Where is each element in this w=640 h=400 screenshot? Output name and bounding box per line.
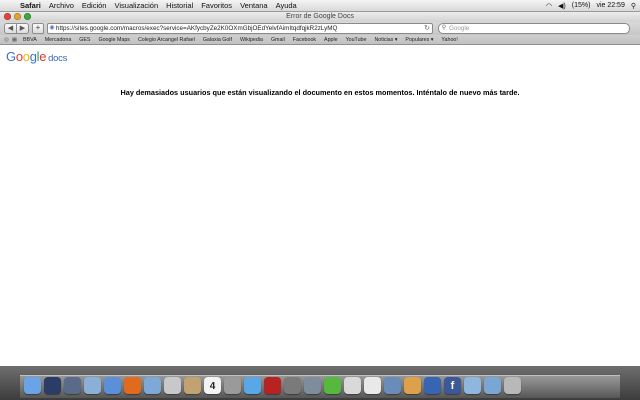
- bookmark-item[interactable]: GES: [79, 37, 90, 43]
- downloads-icon[interactable]: [484, 377, 501, 394]
- add-bookmark-button[interactable]: +: [32, 23, 44, 34]
- app-icon[interactable]: [404, 377, 421, 394]
- bookmark-item[interactable]: Colegio Arcangel Rafael: [138, 37, 195, 43]
- toolbar: ◀ ▶ + ◉ https://sites.google.com/macros/…: [0, 22, 640, 35]
- menu-item-edicion[interactable]: Edición: [82, 1, 107, 10]
- firefox-icon[interactable]: [124, 377, 141, 394]
- menu-bar: Safari Archivo Edición Visualización His…: [0, 0, 640, 12]
- bookmark-item[interactable]: Galaxia Golf: [203, 37, 232, 43]
- itunes-icon[interactable]: [244, 377, 261, 394]
- facebook-icon[interactable]: f: [444, 377, 461, 394]
- dock: 4f: [0, 366, 640, 400]
- bookmarks-grid-icon[interactable]: ▦: [12, 37, 17, 43]
- spotify-icon[interactable]: [324, 377, 341, 394]
- bookmark-item[interactable]: BBVA: [23, 37, 37, 43]
- trash-icon[interactable]: [504, 377, 521, 394]
- bookmark-item[interactable]: Google Maps: [98, 37, 130, 43]
- volume-icon[interactable]: ◀): [558, 2, 566, 10]
- search-icon: ⚲: [441, 25, 447, 31]
- app-icon[interactable]: [384, 377, 401, 394]
- address-book-icon[interactable]: [184, 377, 201, 394]
- page-content: Google docs Hay demasiados usuarios que e…: [0, 45, 640, 363]
- address-bar[interactable]: ◉ https://sites.google.com/macros/exec?s…: [47, 23, 433, 34]
- window-title: Error de Google Docs: [286, 13, 354, 20]
- menu-item-archivo[interactable]: Archivo: [49, 1, 74, 10]
- menu-app-name[interactable]: Safari: [20, 1, 41, 10]
- bookmarks-icons: ◎ ▦: [4, 37, 17, 43]
- menu-item-visualizacion[interactable]: Visualización: [114, 1, 158, 10]
- safari-icon[interactable]: [104, 377, 121, 394]
- browser-window: Error de Google Docs ◀ ▶ + ◉ https://sit…: [0, 12, 640, 364]
- nav-buttons: ◀ ▶: [4, 23, 29, 34]
- forward-button[interactable]: ▶: [17, 23, 29, 34]
- dock-icons: 4f: [24, 370, 616, 394]
- bookmark-item[interactable]: Apple: [324, 37, 338, 43]
- bookmarks-bar: ◎ ▦ BBVA Mercadona GES Google Maps Coleg…: [0, 35, 640, 45]
- wifi-icon[interactable]: ◠: [546, 2, 552, 10]
- battery-status[interactable]: (15%): [572, 2, 591, 9]
- menu-item-favoritos[interactable]: Favoritos: [201, 1, 232, 10]
- calendar-icon[interactable]: 4: [204, 377, 221, 394]
- bookmark-item[interactable]: Gmail: [271, 37, 285, 43]
- folder-icon[interactable]: [464, 377, 481, 394]
- clock[interactable]: vie 22:59: [596, 2, 624, 9]
- app-icon[interactable]: [364, 377, 381, 394]
- mission-control-icon[interactable]: [64, 377, 81, 394]
- error-message: Hay demasiados usuarios que están visual…: [120, 88, 520, 97]
- title-bar: Error de Google Docs: [0, 12, 640, 22]
- menu-extras: ◠ ◀) (15%) vie 22:59 ⚲: [546, 0, 636, 11]
- menu-item-ventana[interactable]: Ventana: [240, 1, 268, 10]
- menu-item-historial[interactable]: Historial: [166, 1, 193, 10]
- reload-icon[interactable]: ↻: [424, 24, 430, 33]
- finder-icon[interactable]: [24, 377, 41, 394]
- mail-icon[interactable]: [164, 377, 181, 394]
- time-machine-icon[interactable]: [284, 377, 301, 394]
- preview-icon[interactable]: [84, 377, 101, 394]
- bookmark-item[interactable]: Yahoo!: [441, 37, 457, 43]
- search-placeholder: Google: [449, 25, 470, 32]
- bookmark-item[interactable]: Populares ▾: [405, 37, 433, 43]
- bookmark-item[interactable]: Mercadona: [45, 37, 72, 43]
- address-text: https://sites.google.com/macros/exec?ser…: [56, 25, 338, 32]
- logo-docs: docs: [48, 53, 68, 64]
- dashboard-icon[interactable]: [44, 377, 61, 394]
- bookmark-item[interactable]: Facebook: [293, 37, 316, 43]
- bookmark-item[interactable]: Wikipedia: [240, 37, 263, 43]
- photo-icon[interactable]: [224, 377, 241, 394]
- app-icon[interactable]: [344, 377, 361, 394]
- bookmark-item[interactable]: Noticias ▾: [374, 37, 397, 43]
- chat-icon[interactable]: [144, 377, 161, 394]
- logo-google: Google: [6, 49, 47, 64]
- spotlight-icon[interactable]: ⚲: [631, 2, 636, 10]
- back-button[interactable]: ◀: [4, 23, 17, 34]
- reading-list-icon[interactable]: ◎: [4, 37, 9, 43]
- google-docs-logo[interactable]: Google docs: [6, 49, 67, 64]
- app-icon[interactable]: [424, 377, 441, 394]
- system-preferences-icon[interactable]: [304, 377, 321, 394]
- menu-item-ayuda[interactable]: Ayuda: [276, 1, 297, 10]
- globe-icon: ◉: [49, 25, 55, 31]
- bookmark-item[interactable]: YouTube: [346, 37, 367, 43]
- photobooth-icon[interactable]: [264, 377, 281, 394]
- search-field[interactable]: ⚲ Google: [438, 23, 630, 34]
